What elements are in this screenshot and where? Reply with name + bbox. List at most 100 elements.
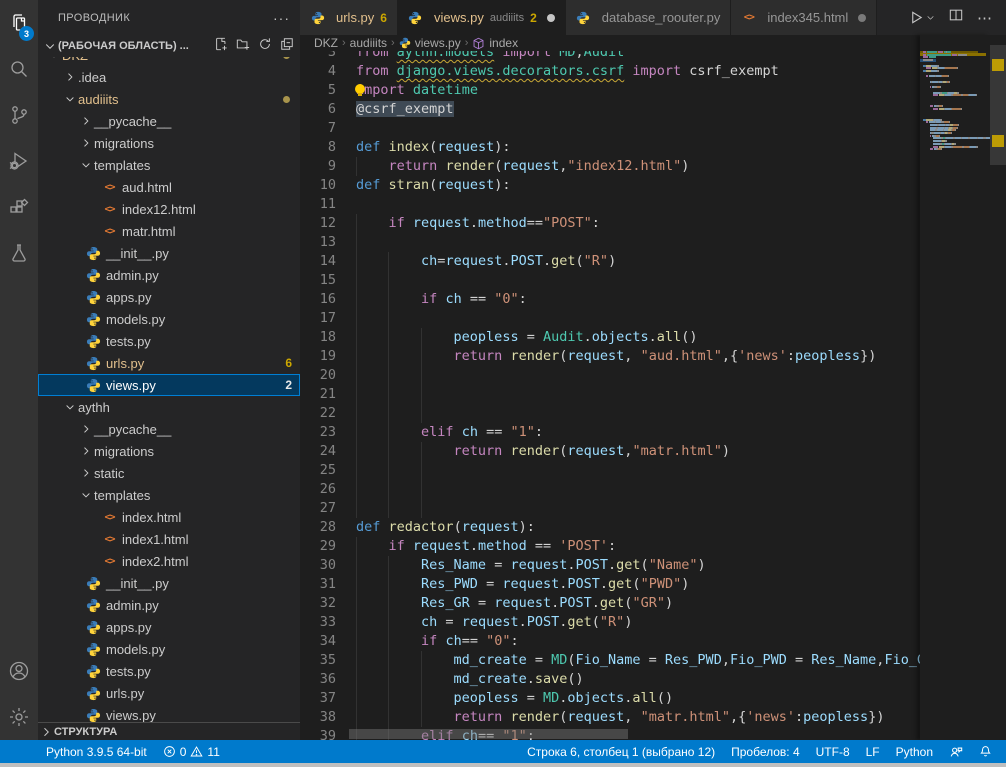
breadcrumb-DKZ[interactable]: DKZ bbox=[314, 36, 338, 50]
chevron-right-icon bbox=[78, 445, 94, 457]
tree-item-migrations[interactable]: migrations bbox=[38, 132, 300, 154]
line-number: 29 bbox=[300, 537, 336, 556]
line-number: 14 bbox=[300, 252, 336, 271]
chevron-down-icon bbox=[62, 93, 78, 105]
vertical-scrollbar[interactable] bbox=[990, 35, 1006, 740]
activitybar-explorer-icon[interactable]: 3 bbox=[0, 0, 38, 46]
tree-item-templates[interactable]: templates bbox=[38, 484, 300, 506]
outline-section-header[interactable]: СТРУКТУРА bbox=[38, 722, 300, 740]
minimap-line bbox=[923, 108, 962, 110]
minimap[interactable] bbox=[920, 35, 990, 740]
views-and-more-actions-icon[interactable]: ··· bbox=[273, 10, 290, 26]
tab-index345.html[interactable]: <>index345.html bbox=[731, 0, 877, 35]
tree-item-matr.html[interactable]: <>matr.html bbox=[38, 220, 300, 242]
status-bar: Python 3.9.5 64-bit011 Строка 6, столбец… bbox=[0, 740, 1006, 763]
line-number: 22 bbox=[300, 404, 336, 423]
problems-count-badge: 2 bbox=[530, 11, 537, 25]
tree-item-aythh[interactable]: aythh bbox=[38, 396, 300, 418]
code-line-20: 20 bbox=[300, 366, 920, 385]
line-number: 6 bbox=[300, 100, 336, 119]
status-indentation[interactable]: Пробелов: 4 bbox=[723, 745, 808, 759]
tree-item-__init__.py[interactable]: __init__.py bbox=[38, 242, 300, 264]
code-line-14: 14 ch=request.POST.get("R") bbox=[300, 252, 920, 271]
status-eol[interactable]: LF bbox=[858, 745, 888, 759]
modified-dot-icon[interactable] bbox=[858, 14, 866, 22]
status-encoding[interactable]: UTF-8 bbox=[808, 745, 858, 759]
tree-item-apps.py[interactable]: apps.py bbox=[38, 616, 300, 638]
tree-item-index.html[interactable]: <>index.html bbox=[38, 506, 300, 528]
status-cursor-position[interactable]: Строка 6, столбец 1 (выбрано 12) bbox=[519, 745, 723, 759]
more-actions-icon[interactable]: ⋯ bbox=[977, 9, 992, 27]
python-file-icon bbox=[86, 312, 101, 327]
tree-item-models.py[interactable]: models.py bbox=[38, 638, 300, 660]
status-problems[interactable]: 011 bbox=[155, 745, 228, 759]
tree-item-audiiits[interactable]: audiiits bbox=[38, 88, 300, 110]
tree-item-templates[interactable]: templates bbox=[38, 154, 300, 176]
modified-dot-icon[interactable] bbox=[547, 14, 555, 22]
tree-item-index2.html[interactable]: <>index2.html bbox=[38, 550, 300, 572]
tree-item-admin.py[interactable]: admin.py bbox=[38, 264, 300, 286]
code-line-18: 18 peopless = Audit.objects.all() bbox=[300, 328, 920, 347]
tree-item-apps.py[interactable]: apps.py bbox=[38, 286, 300, 308]
refresh-icon[interactable] bbox=[258, 37, 272, 56]
tree-item-__init__.py[interactable]: __init__.py bbox=[38, 572, 300, 594]
tab-database_roouter.py[interactable]: database_roouter.py bbox=[566, 0, 732, 35]
html-file-icon: <> bbox=[102, 554, 117, 569]
activitybar-account-icon[interactable] bbox=[0, 648, 38, 694]
status-feedback[interactable] bbox=[941, 745, 971, 759]
python-file-icon bbox=[310, 10, 325, 25]
breadcrumb-audiiits[interactable]: audiiits bbox=[350, 36, 387, 50]
tree-item-migrations[interactable]: migrations bbox=[38, 440, 300, 462]
tree-item-admin.py[interactable]: admin.py bbox=[38, 594, 300, 616]
code-line-28: 28def redactor(request): bbox=[300, 518, 920, 537]
code-line-24: 24 return render(request,"matr.html") bbox=[300, 442, 920, 461]
line-number: 34 bbox=[300, 632, 336, 651]
run-python-file-button[interactable] bbox=[909, 10, 935, 25]
tree-item-tests.py[interactable]: tests.py bbox=[38, 330, 300, 352]
workspace-section-header[interactable]: (РАБОЧАЯ ОБЛАСТЬ) ... bbox=[38, 35, 300, 57]
status-language-mode[interactable]: Python bbox=[888, 745, 941, 759]
tree-item-views.py[interactable]: views.py2 bbox=[38, 374, 300, 396]
tree-item-models.py[interactable]: models.py bbox=[38, 308, 300, 330]
line-number: 28 bbox=[300, 518, 336, 537]
chevron-down-icon bbox=[78, 489, 94, 501]
activitybar-search-icon[interactable] bbox=[0, 46, 38, 92]
tree-item-__pycache__[interactable]: __pycache__ bbox=[38, 110, 300, 132]
activitybar-settings-gear-icon[interactable] bbox=[0, 694, 38, 740]
tree-item-.idea[interactable]: .idea bbox=[38, 66, 300, 88]
tab-urls.py[interactable]: urls.py6 bbox=[300, 0, 398, 35]
activitybar-testing-icon[interactable] bbox=[0, 230, 38, 276]
collapse-all-icon[interactable] bbox=[280, 37, 294, 56]
status-notifications[interactable] bbox=[971, 745, 1000, 758]
minimap-line bbox=[923, 127, 958, 129]
new-file-icon[interactable] bbox=[214, 37, 228, 56]
new-folder-icon[interactable] bbox=[236, 37, 250, 56]
code-line-22: 22 bbox=[300, 404, 920, 423]
tab-views.py[interactable]: views.pyaudiiits2 bbox=[398, 0, 566, 35]
tree-item-urls.py[interactable]: urls.py bbox=[38, 682, 300, 704]
minimap-line bbox=[923, 148, 941, 150]
breadcrumb-views.py[interactable]: views.py bbox=[399, 36, 461, 50]
tree-item-tests.py[interactable]: tests.py bbox=[38, 660, 300, 682]
tree-item-__pycache__[interactable]: __pycache__ bbox=[38, 418, 300, 440]
line-number: 20 bbox=[300, 366, 336, 385]
activitybar-extensions-icon[interactable] bbox=[0, 184, 38, 230]
status-python-interpreter[interactable]: Python 3.9.5 64-bit bbox=[38, 745, 155, 759]
minimap-line bbox=[923, 81, 950, 83]
code-line-11: 11 bbox=[300, 195, 920, 214]
code-line-10: 10def stran(request): bbox=[300, 176, 920, 195]
horizontal-scrollbar[interactable] bbox=[300, 729, 920, 739]
tree-item-index12.html[interactable]: <>index12.html bbox=[38, 198, 300, 220]
tree-item-urls.py[interactable]: urls.py6 bbox=[38, 352, 300, 374]
tree-item-index1.html[interactable]: <>index1.html bbox=[38, 528, 300, 550]
lightbulb-icon[interactable] bbox=[354, 84, 366, 96]
split-editor-button[interactable] bbox=[949, 8, 963, 27]
activitybar-source-control-icon[interactable] bbox=[0, 92, 38, 138]
code-editor[interactable]: 3from aythh.models import MD,Audit4from … bbox=[300, 51, 920, 740]
breadcrumb-index[interactable]: index bbox=[472, 36, 518, 50]
line-number: 31 bbox=[300, 575, 336, 594]
tree-item-aud.html[interactable]: <>aud.html bbox=[38, 176, 300, 198]
activitybar-run-and-debug-icon[interactable] bbox=[0, 138, 38, 184]
line-number: 30 bbox=[300, 556, 336, 575]
tree-item-static[interactable]: static bbox=[38, 462, 300, 484]
